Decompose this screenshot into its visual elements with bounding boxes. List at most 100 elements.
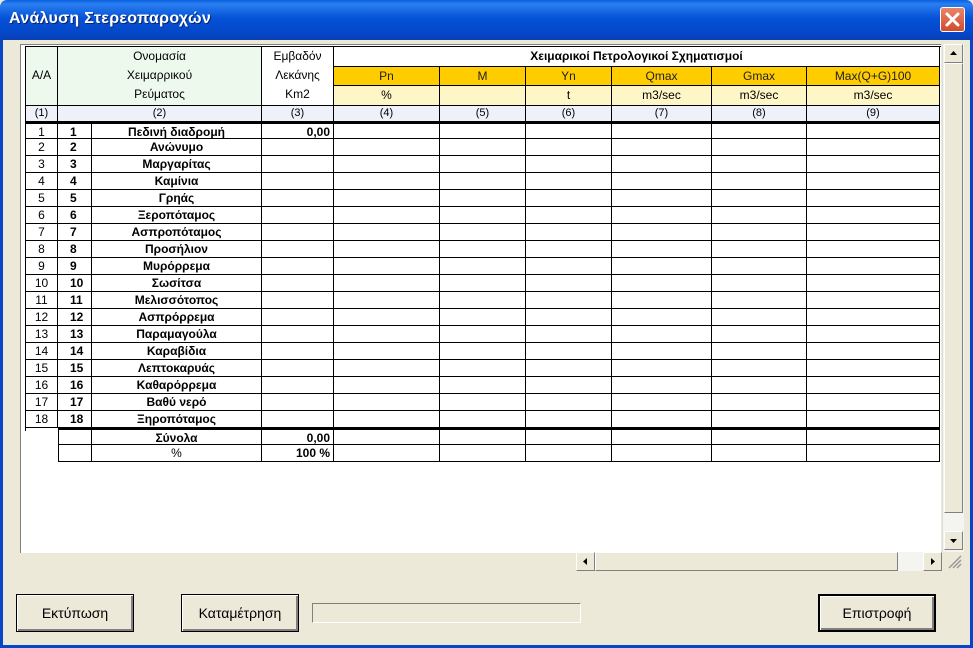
row-value-cell[interactable]: [712, 241, 807, 258]
row-value-cell[interactable]: [712, 377, 807, 394]
row-name[interactable]: Παραμαγούλα: [92, 326, 262, 343]
row-value-cell[interactable]: [612, 360, 712, 377]
vertical-scrollbar[interactable]: [942, 44, 964, 552]
row-value-cell[interactable]: [612, 224, 712, 241]
close-button[interactable]: [940, 7, 965, 32]
row-value-cell[interactable]: [712, 190, 807, 207]
row-value-cell[interactable]: [440, 292, 526, 309]
row-name[interactable]: Μυρόρρεμα: [92, 258, 262, 275]
row-value-cell[interactable]: [526, 292, 612, 309]
row-value-cell[interactable]: [334, 241, 440, 258]
row-value-cell[interactable]: [440, 326, 526, 343]
row-value-cell[interactable]: [334, 173, 440, 190]
row-name[interactable]: Ξηροπόταμος: [92, 411, 262, 428]
row-value-cell[interactable]: [334, 394, 440, 411]
row-value-cell[interactable]: [712, 394, 807, 411]
row-name[interactable]: Καθαρόρρεμα: [92, 377, 262, 394]
row-value-cell[interactable]: [712, 139, 807, 156]
back-button[interactable]: Επιστροφή: [818, 594, 936, 632]
row-value-cell[interactable]: [526, 241, 612, 258]
row-value-cell[interactable]: [526, 275, 612, 292]
row-name[interactable]: Ξεροπόταμος: [92, 207, 262, 224]
row-value-cell[interactable]: [526, 411, 612, 428]
row-value-cell[interactable]: [334, 292, 440, 309]
row-name[interactable]: Ανώνυμο: [92, 139, 262, 156]
row-value-cell[interactable]: [807, 326, 940, 343]
row-area[interactable]: [262, 292, 334, 309]
row-value-cell[interactable]: [807, 411, 940, 428]
row-value-cell[interactable]: [526, 309, 612, 326]
row-value-cell[interactable]: [334, 411, 440, 428]
row-value-cell[interactable]: [440, 360, 526, 377]
row-area[interactable]: [262, 173, 334, 190]
row-area[interactable]: [262, 139, 334, 156]
row-value-cell[interactable]: [526, 326, 612, 343]
row-value-cell[interactable]: [440, 207, 526, 224]
row-value-cell[interactable]: [712, 411, 807, 428]
row-value-cell[interactable]: [440, 394, 526, 411]
row-value-cell[interactable]: [334, 326, 440, 343]
row-value-cell[interactable]: [440, 258, 526, 275]
row-value-cell[interactable]: [334, 224, 440, 241]
row-area[interactable]: [262, 343, 334, 360]
row-value-cell[interactable]: [526, 343, 612, 360]
row-value-cell[interactable]: [526, 394, 612, 411]
row-value-cell[interactable]: [712, 292, 807, 309]
row-name[interactable]: Καμίνια: [92, 173, 262, 190]
row-name[interactable]: Γρηάς: [92, 190, 262, 207]
row-value-cell[interactable]: [334, 309, 440, 326]
row-value-cell[interactable]: [807, 360, 940, 377]
row-value-cell[interactable]: [612, 122, 712, 139]
row-value-cell[interactable]: [334, 139, 440, 156]
row-value-cell[interactable]: [526, 207, 612, 224]
row-area[interactable]: [262, 190, 334, 207]
row-value-cell[interactable]: [712, 343, 807, 360]
row-value-cell[interactable]: [712, 156, 807, 173]
row-value-cell[interactable]: [712, 258, 807, 275]
row-name[interactable]: Σωσίτσα: [92, 275, 262, 292]
row-name[interactable]: Καραβίδια: [92, 343, 262, 360]
row-value-cell[interactable]: [807, 275, 940, 292]
row-value-cell[interactable]: [440, 139, 526, 156]
row-value-cell[interactable]: [440, 411, 526, 428]
row-name[interactable]: Βαθύ νερό: [92, 394, 262, 411]
row-area[interactable]: [262, 241, 334, 258]
row-area[interactable]: [262, 411, 334, 428]
row-value-cell[interactable]: [334, 258, 440, 275]
scroll-left-button[interactable]: [576, 552, 595, 571]
row-value-cell[interactable]: [334, 207, 440, 224]
row-area[interactable]: [262, 360, 334, 377]
row-value-cell[interactable]: [612, 190, 712, 207]
row-area[interactable]: [262, 394, 334, 411]
row-value-cell[interactable]: [526, 360, 612, 377]
row-value-cell[interactable]: [612, 394, 712, 411]
row-value-cell[interactable]: [334, 360, 440, 377]
row-value-cell[interactable]: [440, 275, 526, 292]
row-value-cell[interactable]: [612, 309, 712, 326]
row-value-cell[interactable]: [807, 258, 940, 275]
row-value-cell[interactable]: [334, 122, 440, 139]
row-value-cell[interactable]: [612, 258, 712, 275]
row-value-cell[interactable]: [712, 309, 807, 326]
row-value-cell[interactable]: [807, 122, 940, 139]
row-value-cell[interactable]: [612, 241, 712, 258]
row-value-cell[interactable]: [712, 275, 807, 292]
row-value-cell[interactable]: [807, 377, 940, 394]
row-name[interactable]: Λεπτοκαρυάς: [92, 360, 262, 377]
row-value-cell[interactable]: [807, 139, 940, 156]
row-value-cell[interactable]: [612, 207, 712, 224]
row-value-cell[interactable]: [526, 258, 612, 275]
row-value-cell[interactable]: [807, 173, 940, 190]
row-name[interactable]: Μαργαρίτας: [92, 156, 262, 173]
row-value-cell[interactable]: [440, 241, 526, 258]
hscroll-thumb[interactable]: [595, 552, 898, 571]
row-value-cell[interactable]: [807, 343, 940, 360]
row-name[interactable]: Πεδινή διαδρομή: [92, 122, 262, 139]
row-value-cell[interactable]: [440, 190, 526, 207]
row-value-cell[interactable]: [526, 156, 612, 173]
row-area[interactable]: [262, 377, 334, 394]
scroll-up-button[interactable]: [944, 44, 963, 63]
row-name[interactable]: Ασπροπόταμος: [92, 224, 262, 241]
row-area[interactable]: 0,00: [262, 122, 334, 139]
count-button[interactable]: Καταμέτρηση: [181, 594, 299, 632]
